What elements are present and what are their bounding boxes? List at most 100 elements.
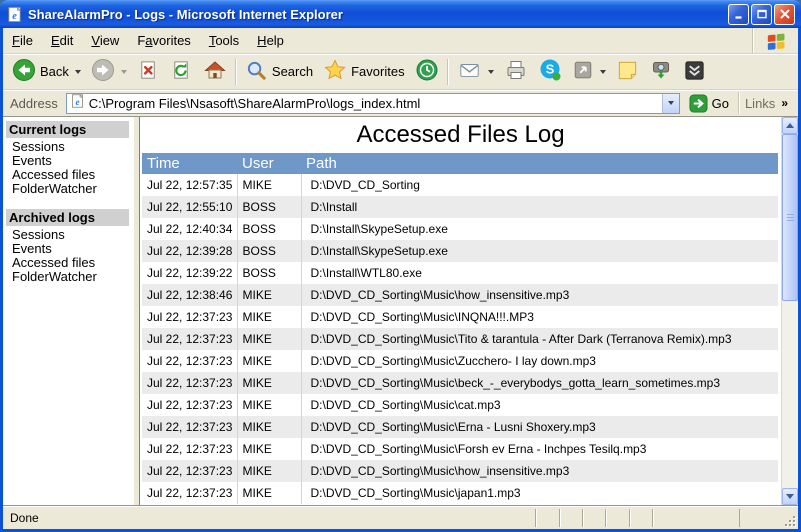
table-row: Jul 22, 12:37:23 MIKE D:\DVD_CD_Sorting\Mu… [142,394,778,416]
print-button[interactable] [499,55,533,88]
time-cell: Jul 22, 12:57:35 [147,178,233,192]
sidebar-item-accessed-files[interactable]: Accessed files [6,168,133,182]
resize-grip[interactable] [783,514,796,527]
table-row: Jul 22, 12:37:23 MIKE D:\DVD_CD_Sorting\Mu… [142,438,778,460]
title-bar[interactable]: e ShareAlarmPro - Logs - Microsoft Inter… [0,0,801,28]
close-button[interactable] [774,3,795,25]
fullscreen-dropdown-icon[interactable] [599,69,606,74]
menu-file[interactable]: File [3,28,42,53]
path-cell: D:\DVD_CD_Sorting\Music\Tito & tarantula… [300,328,778,350]
sidebar-item-folderwatcher[interactable]: FolderWatcher [6,182,133,196]
back-label: Back [40,64,69,79]
scroll-up-button[interactable] [782,117,798,134]
refresh-button[interactable] [165,56,198,88]
snapshot-button[interactable] [644,55,678,88]
sidebar-item-events[interactable]: Events [6,242,133,256]
back-button[interactable]: Back [7,55,86,88]
menu-view[interactable]: View [82,28,128,53]
address-value: C:\Program Files\Nsasoft\ShareAlarmPro\l… [88,95,421,111]
search-icon [245,59,268,85]
scroll-down-button[interactable] [782,488,798,505]
menu-tools[interactable]: Tools [200,28,248,53]
time-cell: Jul 22, 12:37:23 [147,376,233,390]
user-cell: BOSS [236,218,301,240]
maximize-button[interactable] [751,3,772,25]
user-cell: BOSS [236,196,301,218]
search-button[interactable]: Search [240,56,318,88]
back-dropdown-icon[interactable] [74,69,81,74]
skype-button[interactable]: S [533,55,567,88]
address-dropdown-button[interactable] [661,93,679,113]
time-column-header: Time [142,153,237,174]
downloads-button[interactable] [678,56,711,88]
home-icon [203,58,227,85]
downloads-icon [683,59,706,85]
user-cell: MIKE [236,284,301,306]
minimize-button[interactable] [728,3,749,25]
page-viewport: Current logs Sessions Events Accessed files… [3,116,798,505]
page-icon: e [70,93,85,113]
fullscreen-button[interactable] [567,56,611,87]
path-cell: D:\DVD_CD_Sorting\Music\beck_-_everybody… [300,372,778,394]
browser-window: e ShareAlarmPro - Logs - Microsoft Inter… [0,0,801,532]
windows-logo [752,28,798,53]
scrollbar-thumb[interactable] [782,134,798,301]
status-panel [582,508,605,527]
arrow-down-icon [786,494,794,499]
time-cell: Jul 22, 12:40:34 [147,222,233,236]
path-cell: D:\Install\SkypeSetup.exe [300,240,778,262]
mail-dropdown-icon[interactable] [487,69,494,74]
menu-bar: File Edit View Favorites Tools Help [3,28,798,54]
forward-dropdown-icon[interactable] [120,69,127,74]
table-row: Jul 22, 12:38:46 MIKE D:\DVD_CD_Sorting\Mu… [142,284,778,306]
menu-help[interactable]: Help [248,28,293,53]
page-title: Accessed Files Log [356,121,565,148]
vertical-scrollbar[interactable] [781,117,798,505]
status-panel [605,508,629,527]
path-cell: D:\DVD_CD_Sorting\Music\how_insensitive.… [300,284,778,306]
user-cell: MIKE [236,438,301,460]
time-cell: Jul 22, 12:39:22 [147,266,233,280]
sidebar-item-events[interactable]: Events [6,154,133,168]
menu-edit[interactable]: Edit [42,28,82,53]
links-chevron-icon[interactable]: » [781,96,788,110]
home-button[interactable] [198,55,232,88]
mail-button[interactable] [452,56,499,87]
history-icon [415,58,439,85]
menu-favorites[interactable]: Favorites [128,28,199,53]
accessed-files-table: Time User Path Jul 22, 12:57:35 MIKE D:\DV… [142,153,778,504]
address-input[interactable]: e C:\Program Files\Nsasoft\ShareAlarmPro… [65,92,680,114]
sidebar: Current logs Sessions Events Accessed files… [3,117,133,505]
address-bar: Address e C:\Program Files\Nsasoft\Share… [3,90,798,116]
sidebar-item-sessions[interactable]: Sessions [6,228,133,242]
forward-button[interactable] [86,55,132,88]
status-panel [652,508,740,527]
links-toolbar[interactable]: Links » [737,92,794,114]
sidebar-item-folderwatcher[interactable]: FolderWatcher [6,270,133,284]
sidebar-section: Archived logs Sessions Events Accessed file… [6,209,133,284]
svg-text:e: e [12,10,17,21]
status-bar: Done [3,505,798,529]
history-button[interactable] [410,55,444,88]
stop-button[interactable] [132,56,165,88]
back-icon [12,58,36,85]
table-row: Jul 22, 12:37:23 MIKE D:\DVD_CD_Sorting\Mu… [142,306,778,328]
go-button[interactable]: Go [685,92,733,115]
notes-button[interactable] [611,56,644,88]
favorites-button[interactable]: Favorites [318,55,409,88]
time-cell: Jul 22, 12:37:23 [147,354,233,368]
table-row: Jul 22, 12:55:10 BOSS D:\Install [142,196,778,218]
mail-icon [457,59,482,84]
user-cell: MIKE [236,394,301,416]
path-column-header: Path [301,153,778,174]
sidebar-item-sessions[interactable]: Sessions [6,140,133,154]
arrow-up-icon [786,123,794,128]
forward-icon [91,58,115,85]
table-header-row: Time User Path [142,153,778,174]
favorites-icon [323,58,347,85]
window-title: ShareAlarmPro - Logs - Microsoft Interne… [28,6,343,22]
toolbar: Back Search Favorites S [3,54,798,90]
frame-splitter[interactable] [133,117,140,505]
sidebar-item-accessed-files[interactable]: Accessed files [6,256,133,270]
time-cell: Jul 22, 12:55:10 [147,200,233,214]
